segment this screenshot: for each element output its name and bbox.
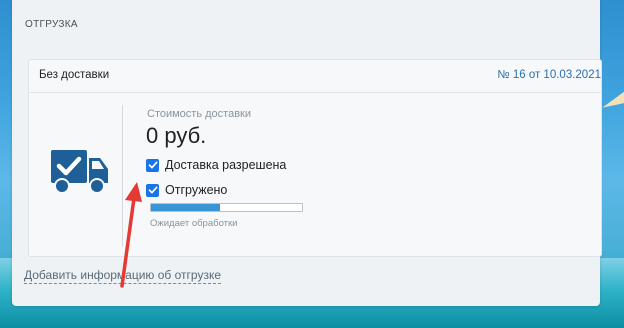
card-title: Без доставки [39,69,110,81]
shipped-label: Отгружено [165,183,228,197]
delivery-allowed-checkbox[interactable] [146,158,159,172]
shipment-number: № 16 от 10.03.2021 [497,69,601,81]
delivery-allowed-label: Доставка разрешена [165,158,287,172]
progress-status-label: Ожидает обработки [150,218,238,229]
truck-check-icon [51,150,108,194]
section-title: ОТГРУЗКА [25,19,78,30]
processing-progress-bar [150,203,303,212]
card-header: Без доставки № 16 от 10.03.2021 [29,60,601,93]
shipment-panel: ОТГРУЗКА Без доставки № 16 от 10.03.2021… [12,0,602,306]
annotation-arrow [120,182,142,288]
progress-fill [151,204,221,211]
delivery-allowed-checkbox-row[interactable]: Доставка разрешена [146,157,286,173]
check-icon [148,161,157,169]
delivery-cost-value: 0 руб. [146,123,207,148]
shipped-checkbox-row[interactable]: Отгружено [146,182,227,198]
delivery-cost-label: Стоимость доставки [147,108,251,120]
